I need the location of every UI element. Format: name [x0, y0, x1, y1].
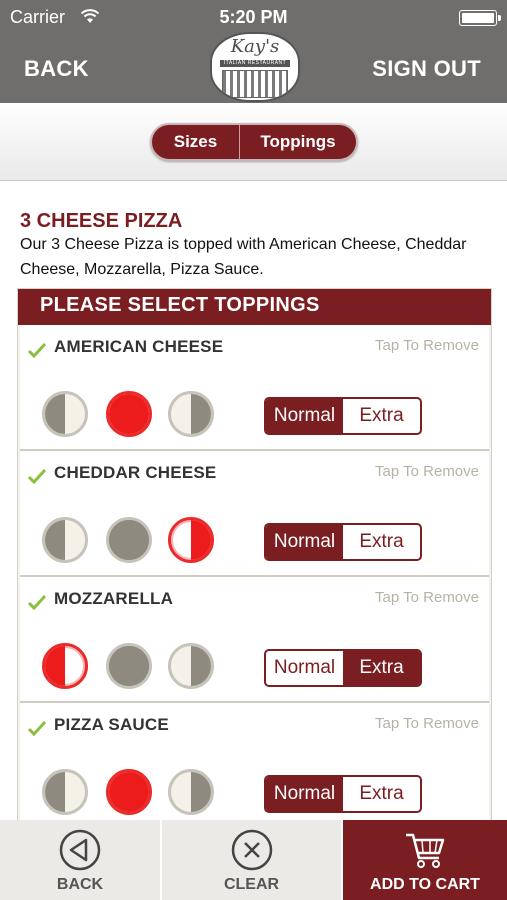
- toppings-panel: PLEASE SELECT TOPPINGS AMERICAN CHEESE T…: [17, 288, 492, 820]
- tabs-area: Sizes Toppings: [0, 103, 507, 181]
- item-content[interactable]: 3 CHEESE PIZZA Our 3 Cheese Pizza is top…: [0, 182, 507, 820]
- add-to-cart-button[interactable]: ADD TO CART: [343, 820, 507, 900]
- whole-option[interactable]: [106, 643, 152, 689]
- sign-out-button[interactable]: SIGN OUT: [372, 56, 481, 82]
- normal-option[interactable]: Normal: [266, 777, 343, 811]
- topping-name: MOZZARELLA: [54, 589, 174, 608]
- tap-to-remove[interactable]: Tap To Remove: [375, 589, 479, 606]
- left-half-option[interactable]: [42, 769, 88, 815]
- check-icon: [28, 468, 46, 484]
- tab-toppings[interactable]: Toppings: [240, 125, 356, 159]
- whole-option[interactable]: [106, 769, 152, 815]
- amount-toggle: Normal Extra: [264, 523, 422, 561]
- check-icon: [28, 594, 46, 610]
- tap-to-remove[interactable]: Tap To Remove: [375, 463, 479, 480]
- right-half-option[interactable]: [168, 391, 214, 437]
- clear-button[interactable]: CLEAR: [162, 820, 343, 900]
- whole-option[interactable]: [106, 391, 152, 437]
- amount-toggle: Normal Extra: [264, 397, 422, 435]
- toppings-header: PLEASE SELECT TOPPINGS: [18, 289, 491, 325]
- amount-toggle: Normal Extra: [264, 649, 422, 687]
- check-icon: [28, 342, 46, 358]
- check-icon: [28, 720, 46, 736]
- item-description: Our 3 Cheese Pizza is topped with Americ…: [20, 236, 467, 278]
- extra-option[interactable]: Extra: [343, 651, 420, 685]
- back-arrow-icon: [59, 829, 101, 871]
- item-title: 3 CHEESE PIZZA: [20, 210, 183, 232]
- cart-icon: [406, 833, 445, 868]
- bottom-back-button[interactable]: BACK: [0, 820, 162, 900]
- add-to-cart-label: ADD TO CART: [370, 876, 480, 893]
- normal-option[interactable]: Normal: [266, 399, 343, 433]
- topping-name: AMERICAN CHEESE: [54, 337, 224, 356]
- normal-option[interactable]: Normal: [266, 525, 343, 559]
- amount-toggle: Normal Extra: [264, 775, 422, 813]
- app-header: Carrier 5:20 PM BACK Kay's ITALIAN RESTA…: [0, 0, 507, 103]
- topping-name: PIZZA SAUCE: [54, 715, 169, 734]
- topping-name: CHEDDAR CHEESE: [54, 463, 217, 482]
- extra-option[interactable]: Extra: [343, 777, 420, 811]
- logo-subtitle: ITALIAN RESTAURANT: [220, 60, 290, 67]
- right-half-option[interactable]: [168, 517, 214, 563]
- normal-option[interactable]: Normal: [266, 651, 343, 685]
- extra-option[interactable]: Extra: [343, 399, 420, 433]
- topping-row: AMERICAN CHEESE Tap To Remove Normal Ext…: [20, 325, 489, 451]
- clock: 5:20 PM: [219, 7, 288, 27]
- logo-building-icon: [222, 70, 288, 98]
- logo-script: Kay's: [230, 36, 280, 57]
- tap-to-remove[interactable]: Tap To Remove: [375, 715, 479, 732]
- back-button[interactable]: BACK: [24, 56, 89, 82]
- bottom-toolbar: BACK CLEAR ADD TO CART: [0, 820, 507, 900]
- topping-row: CHEDDAR CHEESE Tap To Remove Normal Extr…: [20, 451, 489, 577]
- topping-row: MOZZARELLA Tap To Remove Normal Extra: [20, 577, 489, 703]
- close-icon: [231, 829, 272, 871]
- whole-option[interactable]: [106, 517, 152, 563]
- restaurant-logo: Kay's ITALIAN RESTAURANT: [210, 32, 300, 102]
- battery-icon: [459, 10, 501, 26]
- left-half-option[interactable]: [42, 517, 88, 563]
- right-half-option[interactable]: [168, 643, 214, 689]
- status-bar: Carrier 5:20 PM: [0, 0, 507, 34]
- left-half-option[interactable]: [42, 391, 88, 437]
- bottom-back-label: BACK: [56, 876, 104, 893]
- topping-row: PIZZA SAUCE Tap To Remove Normal Extra: [20, 703, 489, 820]
- tab-sizes[interactable]: Sizes: [152, 125, 240, 159]
- segmented-control: Sizes Toppings: [150, 123, 358, 161]
- left-half-option[interactable]: [42, 643, 88, 689]
- extra-option[interactable]: Extra: [343, 525, 420, 559]
- clear-label: CLEAR: [223, 876, 280, 893]
- tap-to-remove[interactable]: Tap To Remove: [375, 337, 479, 354]
- right-half-option[interactable]: [168, 769, 214, 815]
